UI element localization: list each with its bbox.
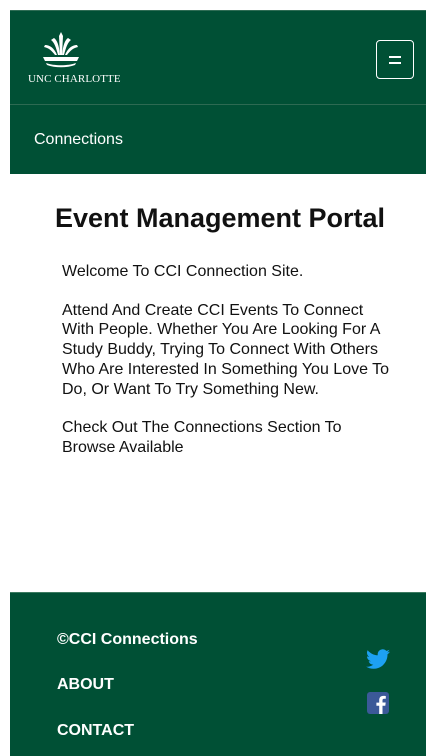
facebook-icon[interactable] (366, 692, 390, 714)
nav-link-connections[interactable]: Connections (34, 131, 123, 149)
description-paragraph: Attend And Create CCI Events To Connect … (62, 301, 390, 398)
top-navbar: UNC CHARLOTTE (10, 10, 426, 104)
page-frame: UNC CHARLOTTE Connections Event Manageme… (10, 10, 426, 756)
footer-link-about[interactable]: ABOUT (57, 676, 114, 694)
logo-wordmark: UNC CHARLOTTE (28, 73, 121, 85)
crown-logo-icon (43, 32, 79, 68)
hamburger-menu-icon (389, 55, 401, 64)
page-title: Event Management Portal (54, 203, 386, 233)
footer-link-contact[interactable]: CONTACT (57, 722, 134, 740)
twitter-icon[interactable] (366, 649, 390, 671)
unc-charlotte-logo[interactable]: UNC CHARLOTTE (28, 31, 148, 87)
hamburger-menu-button[interactable] (376, 40, 414, 79)
connections-paragraph: Check Out The Connections Section To Bro… (62, 419, 342, 456)
secondary-nav: Connections (10, 104, 426, 174)
main-content: Event Management Portal Welcome To CCI C… (10, 174, 426, 592)
page-footer: ©CCI Connections ABOUT CONTACT (10, 592, 426, 756)
footer-copyright: ©CCI Connections (57, 631, 198, 648)
welcome-paragraph: Welcome To CCI Connection Site. (62, 263, 304, 280)
